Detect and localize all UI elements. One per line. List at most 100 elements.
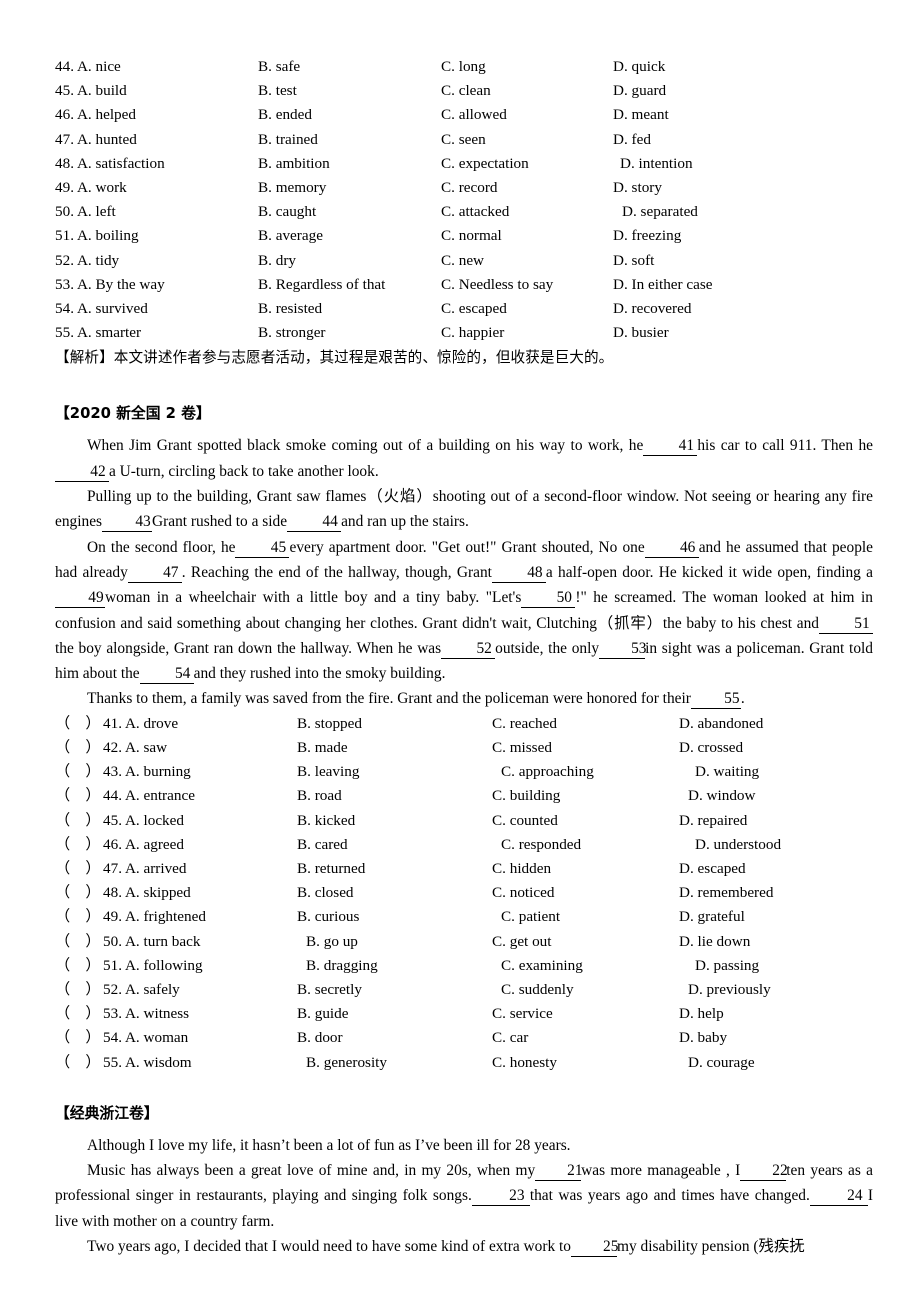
option-b[interactable]: B. caught (258, 200, 441, 224)
option-b[interactable]: B. Regardless of that (258, 273, 441, 297)
answer-parenthesis[interactable]: （ ） (55, 905, 103, 929)
option-c[interactable]: C. reached (492, 712, 679, 736)
option-c[interactable]: C. normal (441, 224, 613, 248)
option-b[interactable]: B. cared (297, 833, 492, 857)
option-b[interactable]: B. leaving (297, 760, 492, 784)
option-c[interactable]: C. seen (441, 128, 613, 152)
answer-blank-21[interactable]: 21 (535, 1162, 583, 1182)
option-b[interactable]: B. kicked (297, 809, 492, 833)
option-b[interactable]: B. memory (258, 176, 441, 200)
option-d[interactable]: D. freezing (613, 224, 873, 248)
option-d[interactable]: D. story (613, 176, 873, 200)
option-d[interactable]: D. escaped (679, 857, 873, 881)
option-a[interactable]: 53. A. witness (103, 1002, 297, 1026)
option-d[interactable]: D. window (679, 784, 873, 808)
option-c[interactable]: C. clean (441, 79, 613, 103)
answer-blank-45[interactable]: 45 (235, 539, 290, 558)
answer-parenthesis[interactable]: （ ） (55, 857, 103, 881)
option-c[interactable]: C. examining (492, 954, 679, 978)
option-d[interactable]: D. soft (613, 249, 873, 273)
option-c[interactable]: C. long (441, 55, 613, 79)
option-a[interactable]: 51. A. following (103, 954, 297, 978)
option-c[interactable]: C. attacked (441, 200, 613, 224)
option-b[interactable]: B. dry (258, 249, 441, 273)
answer-blank-53[interactable]: 53 (599, 640, 646, 659)
answer-blank-22[interactable]: 22 (740, 1162, 788, 1182)
answer-blank-41[interactable]: 41 (643, 437, 698, 457)
answer-parenthesis[interactable]: （ ） (55, 1002, 103, 1026)
answer-parenthesis[interactable]: （ ） (55, 978, 103, 1002)
answer-parenthesis[interactable]: （ ） (55, 833, 103, 857)
option-c[interactable]: C. new (441, 249, 613, 273)
answer-blank-49[interactable]: 49 (55, 589, 105, 609)
option-a[interactable]: 45. A. locked (103, 809, 297, 833)
option-c[interactable]: C. car (492, 1026, 679, 1050)
option-d[interactable]: D. help (679, 1002, 873, 1026)
option-b[interactable]: B. door (297, 1026, 492, 1050)
option-d[interactable]: D. lie down (679, 930, 873, 954)
answer-blank-51[interactable]: 51 (819, 615, 873, 634)
option-c[interactable]: C. building (492, 784, 679, 808)
answer-parenthesis[interactable]: （ ） (55, 784, 103, 808)
answer-blank-25[interactable]: 25 (571, 1238, 618, 1257)
option-c[interactable]: C. suddenly (492, 978, 679, 1002)
option-c[interactable]: C. record (441, 176, 613, 200)
answer-parenthesis[interactable]: （ ） (55, 881, 103, 905)
answer-parenthesis[interactable]: （ ） (55, 954, 103, 978)
option-c[interactable]: C. allowed (441, 103, 613, 127)
option-c[interactable]: C. happier (441, 321, 613, 345)
option-d[interactable]: D. remembered (679, 881, 873, 905)
option-a[interactable]: 55. A. smarter (55, 321, 258, 345)
option-c[interactable]: C. Needless to say (441, 273, 613, 297)
option-a[interactable]: 47. A. arrived (103, 857, 297, 881)
option-b[interactable]: B. trained (258, 128, 441, 152)
option-b[interactable]: B. secretly (297, 978, 492, 1002)
answer-parenthesis[interactable]: （ ） (55, 712, 103, 736)
option-c[interactable]: C. counted (492, 809, 679, 833)
option-a[interactable]: 47. A. hunted (55, 128, 258, 152)
option-c[interactable]: C. hidden (492, 857, 679, 881)
answer-blank-47[interactable]: 47 (127, 564, 182, 583)
option-b[interactable]: B. resisted (258, 297, 441, 321)
option-b[interactable]: B. curious (297, 905, 492, 929)
option-c[interactable]: C. approaching (492, 760, 679, 784)
answer-blank-50[interactable]: 50 (521, 589, 576, 609)
option-a[interactable]: 42. A. saw (103, 736, 297, 760)
option-b[interactable]: B. ambition (258, 152, 441, 176)
option-a[interactable]: 46. A. helped (55, 103, 258, 127)
option-d[interactable]: D. baby (679, 1026, 873, 1050)
option-b[interactable]: B. stronger (258, 321, 441, 345)
option-a[interactable]: 46. A. agreed (103, 833, 297, 857)
option-b[interactable]: B. guide (297, 1002, 492, 1026)
option-d[interactable]: D. previously (679, 978, 873, 1002)
option-a[interactable]: 55. A. wisdom (103, 1051, 297, 1075)
option-a[interactable]: 43. A. burning (103, 760, 297, 784)
option-b[interactable]: B. dragging (297, 954, 492, 978)
option-b[interactable]: B. safe (258, 55, 441, 79)
option-a[interactable]: 41. A. drove (103, 712, 297, 736)
option-b[interactable]: B. made (297, 736, 492, 760)
option-b[interactable]: B. road (297, 784, 492, 808)
answer-blank-24[interactable]: 24 (809, 1187, 868, 1207)
option-a[interactable]: 52. A. safely (103, 978, 297, 1002)
option-a[interactable]: 54. A. survived (55, 297, 258, 321)
option-c[interactable]: C. escaped (441, 297, 613, 321)
option-c[interactable]: C. missed (492, 736, 679, 760)
option-a[interactable]: 44. A. entrance (103, 784, 297, 808)
answer-parenthesis[interactable]: （ ） (55, 1051, 103, 1075)
option-b[interactable]: B. generosity (297, 1051, 492, 1075)
answer-blank-23[interactable]: 23 (471, 1187, 530, 1207)
option-b[interactable]: B. average (258, 224, 441, 248)
option-b[interactable]: B. closed (297, 881, 492, 905)
option-d[interactable]: D. grateful (679, 905, 873, 929)
option-d[interactable]: D. waiting (679, 760, 873, 784)
option-a[interactable]: 53. A. By the way (55, 273, 258, 297)
option-a[interactable]: 49. A. frightened (103, 905, 297, 929)
option-c[interactable]: C. noticed (492, 881, 679, 905)
option-b[interactable]: B. returned (297, 857, 492, 881)
option-d[interactable]: D. repaired (679, 809, 873, 833)
option-c[interactable]: C. expectation (441, 152, 613, 176)
option-d[interactable]: D. courage (679, 1051, 873, 1075)
option-a[interactable]: 50. A. left (55, 200, 258, 224)
answer-parenthesis[interactable]: （ ） (55, 1026, 103, 1050)
